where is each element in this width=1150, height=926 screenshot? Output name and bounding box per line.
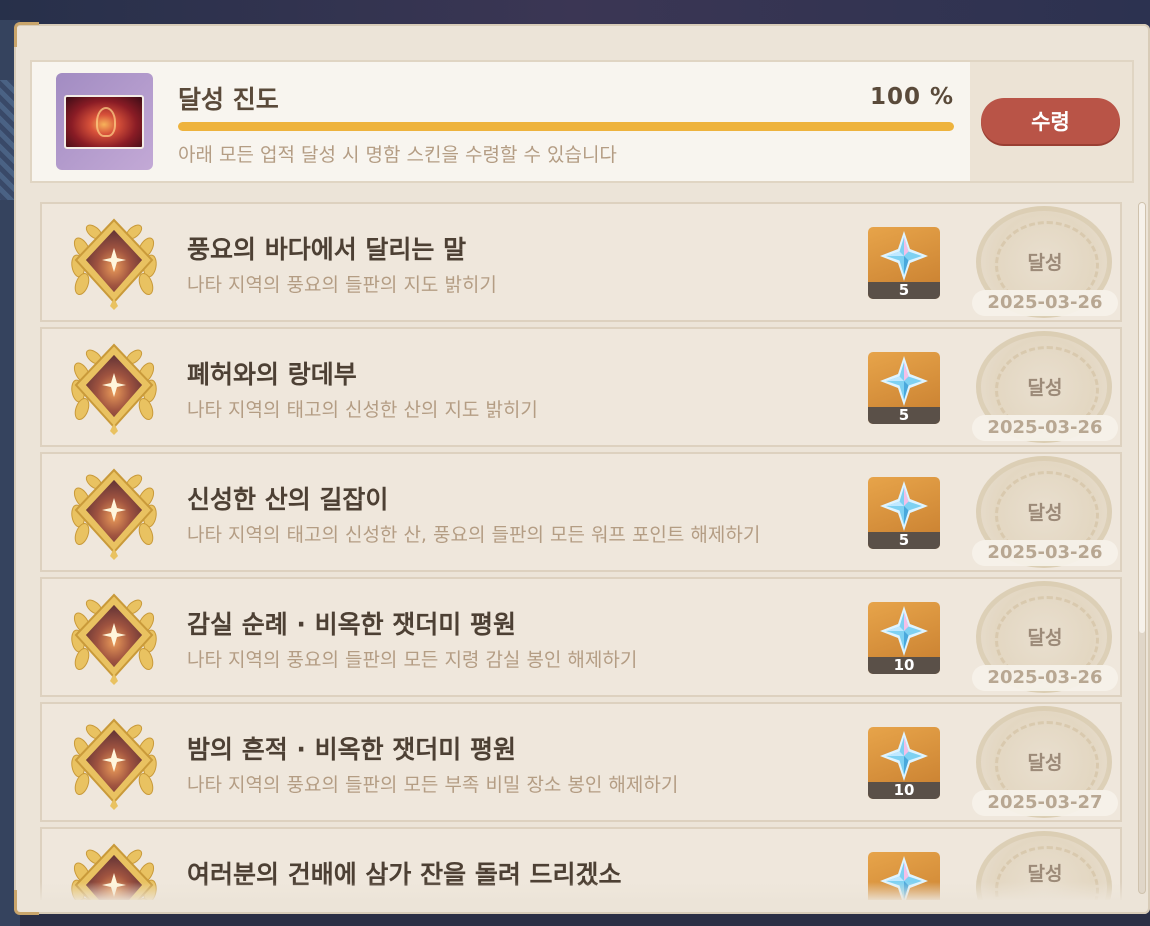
laurel-medal-icon xyxy=(71,343,157,435)
achievement-title: 폐허와의 랑데부 xyxy=(187,360,357,389)
stamp-date: 2025-03-26 xyxy=(972,290,1118,316)
achievement-title: 감실 순례 · 비옥한 잿더미 평원 xyxy=(187,610,517,639)
achievement-description: 나타 지역의 태고의 신성한 산의 지도 밝히기 xyxy=(187,399,538,421)
achievement-item[interactable]: 감실 순례 · 비옥한 잿더미 평원 나타 지역의 풍요의 들판의 모든 지령 … xyxy=(40,577,1122,697)
laurel-medal-icon xyxy=(71,468,157,560)
reward-count: 5 xyxy=(868,532,940,549)
achievement-title: 신성한 산의 길잡이 xyxy=(187,485,389,514)
primogem-reward[interactable]: 5 xyxy=(868,477,940,549)
achieved-stamp: 달성 2025-03-27 xyxy=(970,704,1120,820)
primogem-icon xyxy=(880,731,928,781)
achievement-item[interactable]: 밤의 흔적 · 비옥한 잿더미 평원 나타 지역의 풍요의 들판의 모든 부족 … xyxy=(40,702,1122,822)
namecard-reward-thumbnail[interactable] xyxy=(56,73,153,170)
achieved-stamp: 달성 2025-03-26 xyxy=(970,329,1120,445)
stamp-date: 2025-03-26 xyxy=(972,665,1118,691)
stamp-status: 달성 xyxy=(1027,252,1063,274)
reward-count: 10 xyxy=(868,657,940,674)
stamp-status: 달성 xyxy=(1027,502,1063,524)
completion-progress-card: 달성 진도 100 % 아래 모든 업적 달성 시 명함 스킨을 수령할 수 있… xyxy=(30,60,1134,183)
reward-count: 10 xyxy=(868,782,940,799)
claim-button[interactable]: 수령 xyxy=(981,98,1120,144)
achievement-title: 풍요의 바다에서 달리는 말 xyxy=(187,235,467,264)
scrollbar-thumb[interactable] xyxy=(1139,203,1145,633)
primogem-icon xyxy=(880,481,928,531)
reward-count: 5 xyxy=(868,282,940,299)
achievement-title: 밤의 흔적 · 비옥한 잿더미 평원 xyxy=(187,735,517,764)
achieved-stamp: 달성 2025-03-26 xyxy=(970,454,1120,570)
namecard-image xyxy=(64,95,144,149)
progress-bar-fill xyxy=(178,122,954,131)
laurel-medal-icon xyxy=(71,593,157,685)
scrollbar[interactable] xyxy=(1138,202,1146,894)
primogem-reward[interactable]: 10 xyxy=(868,602,940,674)
primogem-reward[interactable]: 5 xyxy=(868,227,940,299)
progress-title: 달성 진도 xyxy=(178,85,279,114)
achievement-item[interactable]: 폐허와의 랑데부 나타 지역의 태고의 신성한 산의 지도 밝히기 5 달성 2… xyxy=(40,327,1122,447)
achieved-stamp: 달성 2025-03-26 xyxy=(970,204,1120,320)
laurel-medal-icon xyxy=(71,218,157,310)
stamp-status: 달성 xyxy=(1027,627,1063,649)
achievement-description: 나타 지역의 풍요의 들판의 모든 지령 감실 봉인 해제하기 xyxy=(187,649,638,671)
background-stripe xyxy=(0,80,14,200)
achievement-item[interactable]: 신성한 산의 길잡이 나타 지역의 태고의 신성한 산, 풍요의 들판의 모든 … xyxy=(40,452,1122,572)
stamp-status: 달성 xyxy=(1027,377,1063,399)
achievement-description: 나타 지역의 풍요의 들판의 모든 부족 비밀 장소 봉인 해제하기 xyxy=(187,774,679,796)
achieved-stamp: 달성 2025-03-26 xyxy=(970,579,1120,695)
panel-corner-ornament xyxy=(14,22,39,47)
stamp-date: 2025-03-27 xyxy=(972,790,1118,816)
reward-count: 5 xyxy=(868,407,940,424)
achievement-description: 나타 지역의 태고의 신성한 산, 풍요의 들판의 모든 워프 포인트 해제하기 xyxy=(187,524,761,546)
progress-description: 아래 모든 업적 달성 시 명함 스킨을 수령할 수 있습니다 xyxy=(178,144,617,166)
list-fade xyxy=(40,882,1124,902)
primogem-reward[interactable]: 10 xyxy=(868,727,940,799)
achievement-item[interactable]: 풍요의 바다에서 달리는 말 나타 지역의 풍요의 들판의 지도 밝히기 5 달… xyxy=(40,202,1122,322)
stamp-status: 달성 xyxy=(1027,752,1063,774)
panel-corner-ornament xyxy=(14,890,39,915)
achievement-description: 나타 지역의 풍요의 들판의 지도 밝히기 xyxy=(187,274,497,296)
achievement-list[interactable]: 풍요의 바다에서 달리는 말 나타 지역의 풍요의 들판의 지도 밝히기 5 달… xyxy=(40,202,1124,900)
primogem-icon xyxy=(880,231,928,281)
stamp-date: 2025-03-26 xyxy=(972,540,1118,566)
stamp-date: 2025-03-26 xyxy=(972,415,1118,441)
progress-bar xyxy=(178,122,954,131)
primogem-icon xyxy=(880,356,928,406)
laurel-medal-icon xyxy=(71,718,157,810)
primogem-icon xyxy=(880,606,928,656)
progress-percent: 100 % xyxy=(869,84,954,110)
primogem-reward[interactable]: 5 xyxy=(868,352,940,424)
